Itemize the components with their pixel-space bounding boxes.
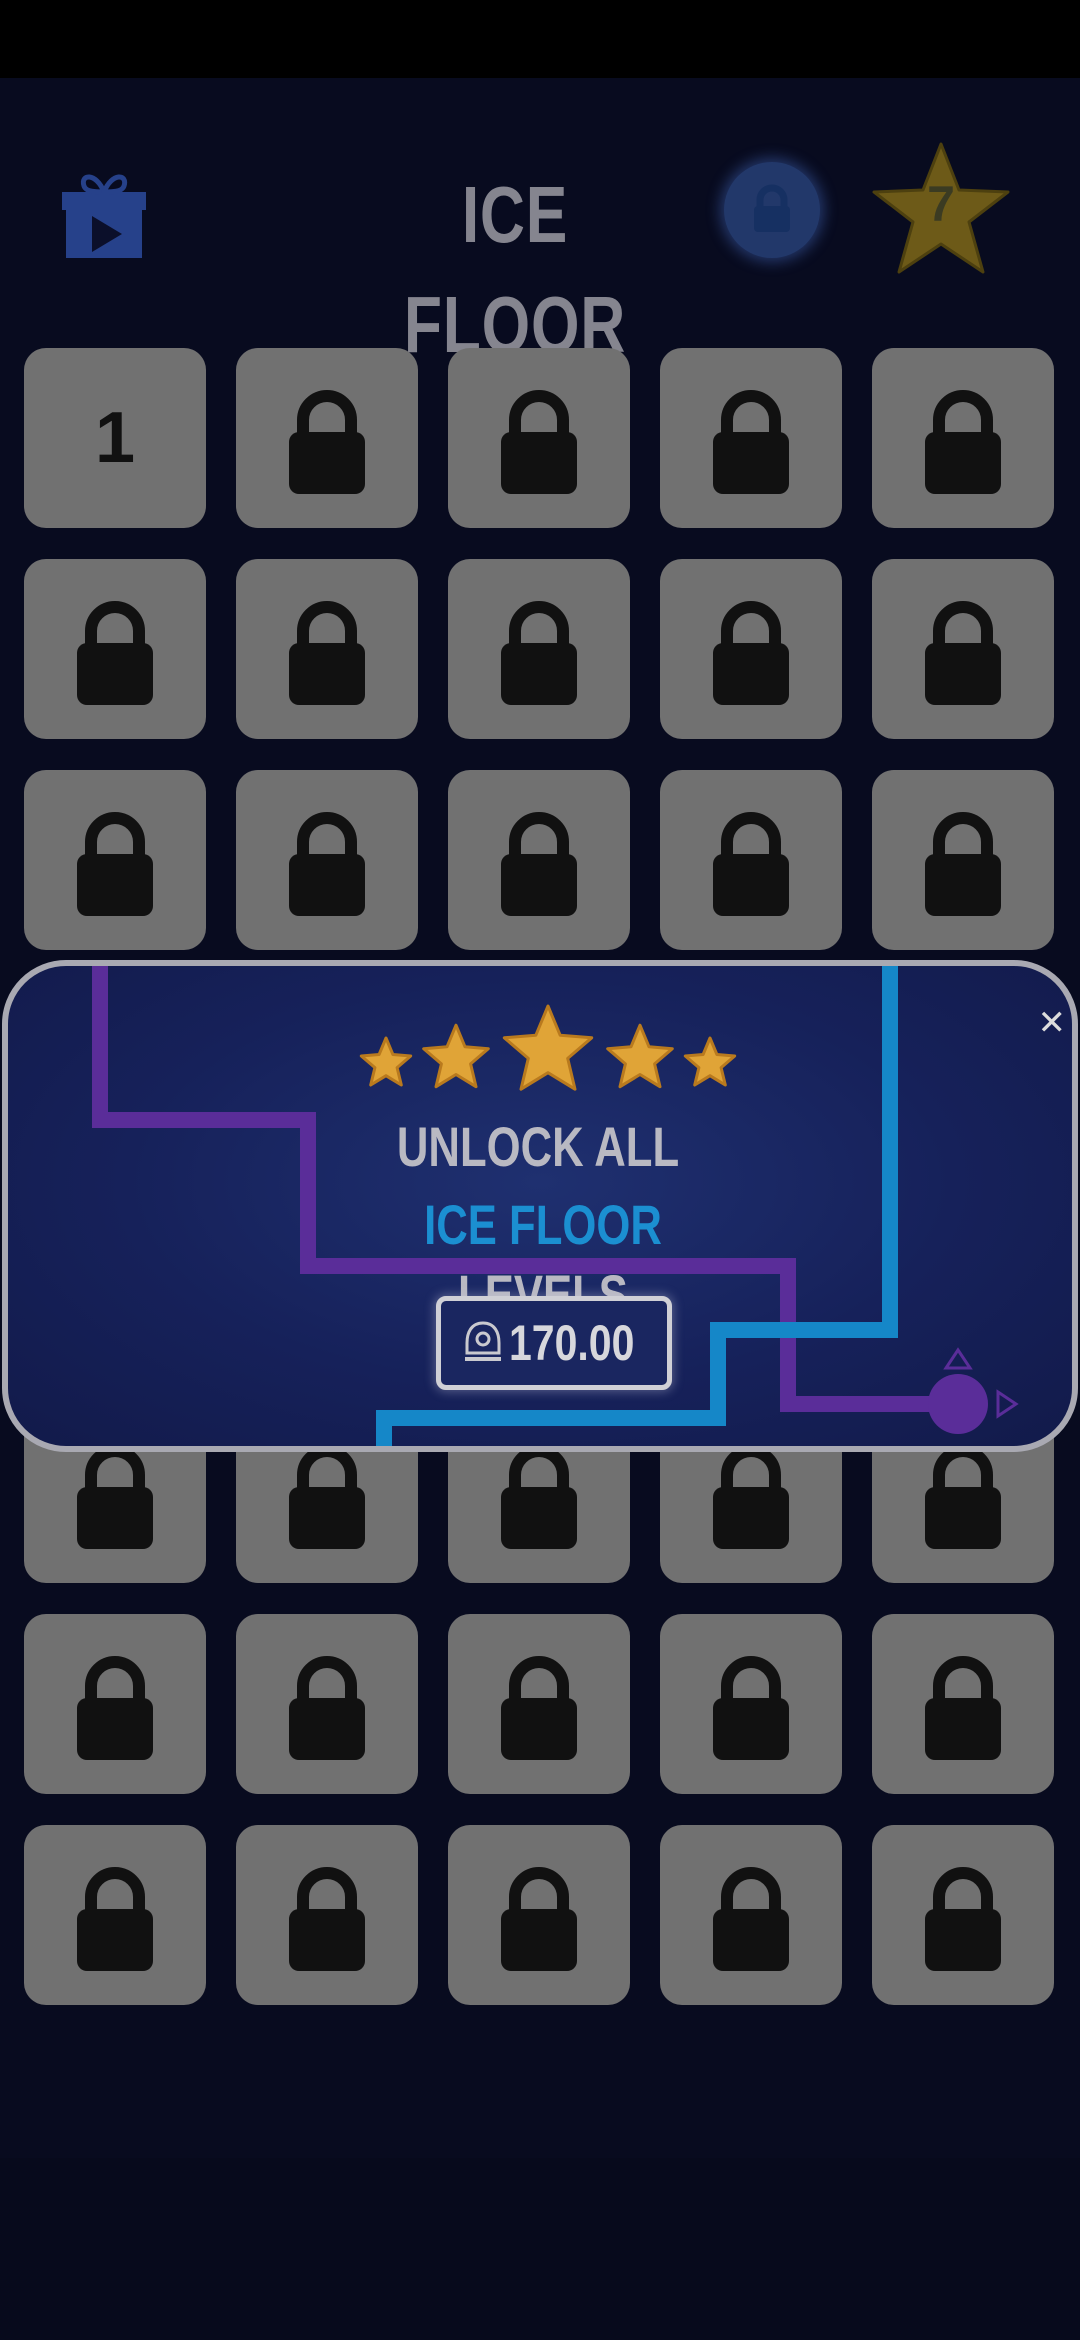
padlock-icon <box>925 1867 1001 1971</box>
level-tile-locked[interactable] <box>872 770 1054 950</box>
padlock-icon <box>77 1867 153 1971</box>
level-tile-locked[interactable] <box>24 559 206 739</box>
level-tile-locked[interactable] <box>872 1614 1054 1794</box>
purchase-button[interactable]: 170.00 <box>436 1296 672 1390</box>
padlock-icon <box>501 1867 577 1971</box>
lock-icon <box>754 184 790 232</box>
rating-star-4 <box>606 1023 674 1089</box>
padlock-icon <box>713 1656 789 1760</box>
level-tile-locked[interactable] <box>660 1614 842 1794</box>
padlock-icon <box>925 812 1001 916</box>
padlock-icon <box>77 601 153 705</box>
gift-video-icon <box>62 174 146 258</box>
level-tile-locked[interactable] <box>660 559 842 739</box>
padlock-icon <box>289 601 365 705</box>
popup-floor-name: ICE FLOOR <box>424 1193 662 1256</box>
level-tile-locked[interactable] <box>24 1825 206 2005</box>
padlock-icon <box>289 1656 365 1760</box>
popup-heading: UNLOCK ALL <box>396 1115 680 1178</box>
padlock-icon <box>501 601 577 705</box>
level-tile-locked[interactable] <box>236 1825 418 2005</box>
padlock-icon <box>925 1445 1001 1549</box>
level-tile-locked[interactable] <box>236 348 418 528</box>
padlock-icon <box>289 390 365 494</box>
level-tile-locked[interactable] <box>448 770 630 950</box>
padlock-icon <box>713 390 789 494</box>
padlock-icon <box>77 1445 153 1549</box>
popup-subheading: ICE FLOOR LEVELS <box>336 1190 749 1326</box>
padlock-icon <box>289 1445 365 1549</box>
padlock-icon <box>713 1445 789 1549</box>
rating-star-3 <box>502 1004 594 1091</box>
gift-video-button[interactable] <box>56 166 152 262</box>
page-title: ICE FLOOR <box>403 170 627 369</box>
padlock-icon <box>713 812 789 916</box>
padlock-icon <box>501 390 577 494</box>
padlock-icon <box>501 1445 577 1549</box>
rating-star-1 <box>359 1036 413 1087</box>
padlock-icon <box>289 1867 365 1971</box>
close-icon[interactable]: ✕ <box>1038 1006 1067 1040</box>
level-tile-locked[interactable] <box>24 1614 206 1794</box>
level-tile-locked[interactable] <box>660 348 842 528</box>
level-tile-locked[interactable] <box>24 770 206 950</box>
padlock-icon <box>713 1867 789 1971</box>
unlock-all-button[interactable] <box>724 162 820 258</box>
padlock-icon <box>925 601 1001 705</box>
bottom-area <box>0 2158 1080 2340</box>
star-count-badge: 7 <box>868 140 1014 280</box>
price-label: 170.00 <box>509 1315 635 1371</box>
level-tile-locked[interactable] <box>872 348 1054 528</box>
padlock-icon <box>925 390 1001 494</box>
level-tile-locked[interactable] <box>236 1614 418 1794</box>
currency-icon <box>465 1321 501 1361</box>
unlock-popup: ✕ UNLOCK ALL ICE FLOOR LEVELS 170.00 <box>2 960 1078 1452</box>
status-bar <box>0 0 1080 78</box>
level-tile-locked[interactable] <box>448 1614 630 1794</box>
rating-star-2 <box>422 1023 490 1089</box>
rating-star-5 <box>683 1036 737 1087</box>
level-tile-locked[interactable] <box>660 1825 842 2005</box>
padlock-icon <box>77 1656 153 1760</box>
star-count: 7 <box>927 176 955 232</box>
padlock-icon <box>501 812 577 916</box>
level-number: 1 <box>94 398 136 478</box>
level-tile-1[interactable]: 1 <box>24 348 206 528</box>
padlock-icon <box>713 601 789 705</box>
level-tile-locked[interactable] <box>872 559 1054 739</box>
padlock-icon <box>77 812 153 916</box>
level-tile-locked[interactable] <box>236 559 418 739</box>
level-tile-locked[interactable] <box>448 1825 630 2005</box>
level-tile-locked[interactable] <box>660 770 842 950</box>
level-tile-locked[interactable] <box>872 1825 1054 2005</box>
padlock-icon <box>289 812 365 916</box>
rating-stars <box>359 1004 737 1091</box>
padlock-icon <box>501 1656 577 1760</box>
level-tile-locked[interactable] <box>236 770 418 950</box>
padlock-icon <box>925 1656 1001 1760</box>
level-tile-locked[interactable] <box>448 559 630 739</box>
level-tile-locked[interactable] <box>448 348 630 528</box>
